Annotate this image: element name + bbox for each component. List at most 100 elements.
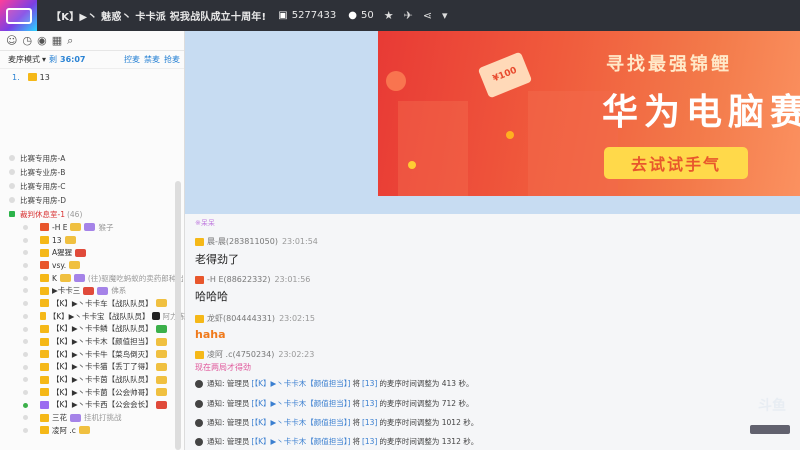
message-meta: -H E(88622332) 23:01:56 bbox=[195, 275, 310, 284]
level-badge-icon bbox=[152, 312, 160, 321]
chevron-down-icon[interactable]: ▾ bbox=[442, 9, 448, 22]
level-badge-icon bbox=[83, 286, 95, 295]
notice-target[interactable]: [13] bbox=[362, 437, 377, 446]
member-item[interactable]: 【K】▶丶卡卡鳞【战队队员】 bbox=[0, 323, 185, 336]
notice-prefix: 通知: 管理员 bbox=[207, 379, 250, 388]
message-text: 哈哈哈 bbox=[195, 290, 228, 303]
vip-badge-icon bbox=[84, 223, 96, 232]
crown-icon bbox=[195, 314, 204, 323]
building-shape bbox=[398, 101, 468, 196]
plane-icon[interactable]: ✈ bbox=[404, 9, 413, 22]
search-icon[interactable]: ⌕ bbox=[67, 34, 73, 48]
decor-dot bbox=[386, 71, 406, 91]
chevron-down-icon[interactable]: ▾ bbox=[42, 55, 46, 64]
watermark-id bbox=[750, 425, 790, 434]
board-icon[interactable]: ▦ bbox=[52, 34, 62, 47]
notice-admin[interactable]: [【K】▶丶卡卡木【颜值担当】] bbox=[251, 378, 350, 389]
notice-admin[interactable]: [【K】▶丶卡卡木【颜值担当】] bbox=[251, 436, 350, 447]
member-item[interactable]: 【K】▶丶卡卡茵【战队队员】 bbox=[0, 373, 185, 386]
share-icon[interactable]: ⋖ bbox=[423, 9, 432, 22]
room-item[interactable]: 比赛专用房-D bbox=[0, 193, 185, 207]
member-item[interactable]: 【K】▶丶卡卡菌【公会帅哥】 bbox=[0, 386, 185, 399]
message-user[interactable]: 龙虾(804444331) bbox=[207, 313, 275, 324]
user-icon[interactable]: ☺ bbox=[6, 34, 17, 47]
member-name: 【K】▶丶卡卡车【战队队员】 bbox=[52, 298, 153, 308]
location-icon[interactable]: ◉ bbox=[37, 34, 47, 47]
level-badge-icon bbox=[59, 274, 71, 283]
left-sidebar: ☺ ◷ ◉ ▦ ⌕ 麦序模式 ▾ 剩 36:07 控麦 禁麦 抢麦 1. 13 … bbox=[0, 31, 185, 450]
level-badge-icon bbox=[155, 324, 167, 333]
chat-message: -H E(88622332) 23:01:56 哈哈哈 bbox=[195, 275, 310, 304]
crown-icon bbox=[40, 337, 49, 346]
crown-icon bbox=[195, 275, 204, 284]
crown-icon bbox=[40, 400, 49, 409]
member-item[interactable]: A猩猩 bbox=[0, 246, 185, 259]
member-item[interactable]: K (往)驱魔吃蚂蚁的卖药郎种出 bbox=[0, 272, 185, 285]
member-item[interactable]: 【K】▶丶卡卡西【公会会长】 bbox=[0, 399, 185, 412]
level-badge-icon bbox=[64, 236, 76, 245]
queue-user: 13 bbox=[39, 72, 50, 82]
member-extra: 阿力练 bbox=[162, 311, 186, 321]
member-item[interactable]: -H E 猴子 bbox=[0, 221, 185, 234]
app-logo[interactable] bbox=[0, 0, 37, 31]
mic-mode-select[interactable]: 麦序模式 bbox=[8, 54, 40, 65]
room-item[interactable]: 比赛专业房-B bbox=[0, 165, 185, 179]
member-name: 【K】▶丶卡卡西【公会会长】 bbox=[52, 400, 153, 410]
member-item[interactable]: 【K】▶丶卡卡木【颜值担当】 bbox=[0, 335, 185, 348]
channel-title: 【K】▶丶 魅惑丶 卡卡派 祝我战队成立十周年! bbox=[51, 12, 267, 23]
coupon-card: ¥100 bbox=[477, 51, 533, 99]
promo-banner[interactable]: ¥100 寻找最强锦鲤 华为电脑赛 去试试手气 bbox=[378, 31, 800, 196]
crown-icon bbox=[40, 286, 49, 295]
active-room-item[interactable]: 裁判休息室-1 (46) bbox=[0, 207, 185, 221]
history-icon[interactable]: ◷ bbox=[22, 34, 32, 47]
message-time: 23:01:56 bbox=[274, 275, 311, 284]
try-luck-button[interactable]: 去试试手气 bbox=[604, 147, 748, 179]
chat-message: 凌阿 .c(4750234) 23:02:23 现在两局才得劲 bbox=[195, 349, 314, 373]
system-notice: 通知: 管理员 [【K】▶丶卡卡木【颜值担当】] 将 [13] 的麦序时间调整为… bbox=[195, 417, 478, 428]
message-meta: 晨-晨(283811050) 23:01:54 bbox=[195, 236, 318, 247]
message-user[interactable]: -H E(88622332) bbox=[207, 275, 270, 284]
member-item[interactable]: 【K】▶丶卡卡猫【丢丁了得】 bbox=[0, 361, 185, 374]
level-badge-icon bbox=[155, 362, 167, 371]
mic-queue-item[interactable]: 1. 13 bbox=[0, 69, 184, 85]
member-item[interactable]: 13 bbox=[0, 234, 185, 247]
banner-headline: 寻找最强锦鲤 bbox=[606, 54, 732, 75]
star-icon[interactable]: ★ bbox=[384, 9, 394, 22]
douyu-watermark: 斗鱼 bbox=[758, 398, 786, 414]
member-item[interactable]: vsy. bbox=[0, 259, 185, 272]
crown-icon bbox=[195, 237, 204, 246]
vip-badge-icon bbox=[70, 413, 81, 422]
grab-mic-link[interactable]: 抢麦 bbox=[164, 54, 180, 65]
notice-target[interactable]: [13] bbox=[362, 379, 377, 388]
notice-target[interactable]: [13] bbox=[362, 399, 377, 408]
member-name: 【K】▶丶卡卡猫【丢丁了得】 bbox=[52, 362, 153, 372]
top-bar: 【K】▶丶 魅惑丶 卡卡派 祝我战队成立十周年! ▣ 5277433 ● 50 … bbox=[0, 0, 800, 31]
member-item[interactable]: 【K】▶丶卡卡车【战队队员】 bbox=[0, 297, 185, 310]
vip-badge-icon bbox=[73, 274, 85, 283]
notice-admin[interactable]: [【K】▶丶卡卡木【颜值担当】] bbox=[251, 417, 350, 428]
mic-mode-row: 麦序模式 ▾ 剩 36:07 控麦 禁麦 抢麦 bbox=[0, 51, 184, 69]
notice-admin[interactable]: [【K】▶丶卡卡木【颜值担当】] bbox=[251, 398, 350, 409]
message-user[interactable]: 凌阿 .c(4750234) bbox=[207, 349, 274, 360]
crown-icon bbox=[40, 362, 49, 371]
ban-mic-link[interactable]: 禁麦 bbox=[144, 54, 160, 65]
level-badge-icon bbox=[155, 337, 167, 346]
message-meta: 凌阿 .c(4750234) 23:02:23 bbox=[195, 349, 314, 360]
member-item[interactable]: 凌阿 .c bbox=[0, 424, 185, 437]
member-name: A猩猩 bbox=[52, 248, 73, 258]
message-user[interactable]: 晨-晨(283811050) bbox=[207, 236, 278, 247]
member-item[interactable]: ▶卡卡三 佛系 bbox=[0, 284, 185, 297]
notice-target[interactable]: [13] bbox=[362, 418, 377, 427]
system-notice: 通知: 管理员 [【K】▶丶卡卡木【颜值担当】] 将 [13] 的麦序时间调整为… bbox=[195, 378, 473, 389]
message-time: 23:02:15 bbox=[279, 314, 315, 323]
crown-icon bbox=[40, 223, 49, 232]
member-item[interactable]: 【K】▶丶卡卡宝【战队队员】 阿力练 bbox=[0, 310, 185, 323]
remaining-time: 36:07 bbox=[60, 55, 86, 64]
member-item[interactable]: 三花 挂机打挑战 bbox=[0, 411, 185, 424]
member-item[interactable]: 【K】▶丶卡卡牛【菜鸟倒灭】 bbox=[0, 348, 185, 361]
room-item[interactable]: 比赛专用房-C bbox=[0, 179, 185, 193]
member-name: 三花 bbox=[52, 413, 67, 423]
room-item[interactable]: 比赛专用房-A bbox=[0, 151, 185, 165]
control-mic-link[interactable]: 控麦 bbox=[124, 54, 140, 65]
sidebar-scrollbar[interactable] bbox=[175, 181, 181, 450]
